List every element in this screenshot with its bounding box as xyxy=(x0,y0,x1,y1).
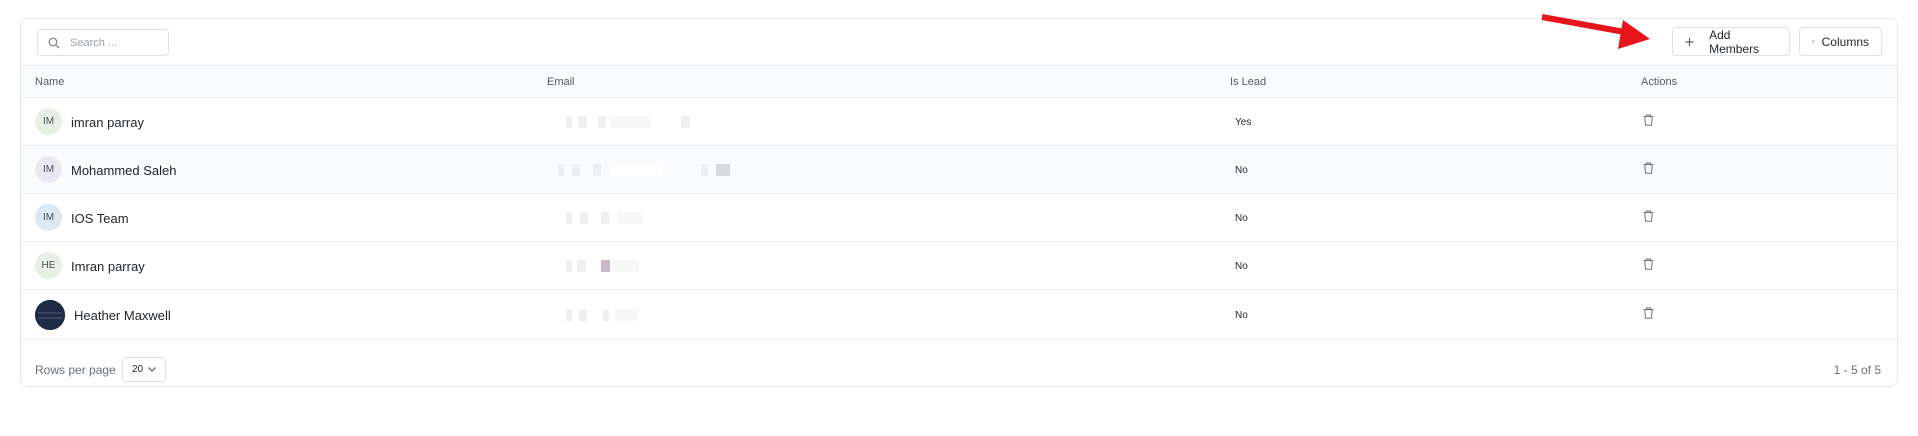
avatar: HE xyxy=(35,252,62,279)
member-name: Heather Maxwell xyxy=(74,308,171,323)
add-members-button[interactable]: Add Members xyxy=(1672,27,1790,56)
avatar-photo xyxy=(35,300,65,330)
header-is-lead: Is Lead xyxy=(1230,76,1267,88)
delete-member-button[interactable] xyxy=(1643,209,1654,227)
rows-per-page-label: Rows per page xyxy=(35,363,116,377)
plus-icon xyxy=(1685,37,1694,46)
table-header: Name Email Is Lead Actions xyxy=(21,65,1897,98)
member-name: Mohammed Saleh xyxy=(71,163,177,178)
avatar: IM xyxy=(35,156,62,183)
is-lead-value: No xyxy=(1235,213,1248,224)
table-footer: Rows per page 20 1 - 5 of 5 xyxy=(21,350,1897,386)
member-name: Imran parray xyxy=(71,259,145,274)
table-row: Heather Maxwell No xyxy=(21,290,1897,340)
delete-member-button[interactable] xyxy=(1643,161,1654,179)
is-lead-value: No xyxy=(1235,261,1248,272)
trash-icon xyxy=(1643,162,1654,174)
columns-button[interactable]: Columns xyxy=(1799,27,1882,56)
search-box[interactable] xyxy=(37,29,169,56)
table-row: HE Imran parray No xyxy=(21,242,1897,290)
search-icon xyxy=(48,37,60,48)
table-row: IM IOS Team No xyxy=(21,194,1897,242)
table-row: IM imran parray Yes xyxy=(21,98,1897,146)
header-name: Name xyxy=(35,76,65,88)
rows-per-page-select[interactable]: 20 xyxy=(122,357,166,382)
annotation-arrow xyxy=(1541,14,1650,49)
delete-member-button[interactable] xyxy=(1643,257,1654,275)
trash-icon xyxy=(1643,210,1654,222)
trash-icon xyxy=(1643,114,1654,126)
avatar: IM xyxy=(35,108,62,135)
avatar xyxy=(35,300,65,330)
members-table-card: Add Members Columns Name Email Is Lead A… xyxy=(20,18,1898,387)
rows-per-page-value: 20 xyxy=(131,364,144,375)
is-lead-value: No xyxy=(1235,165,1248,176)
member-name: IOS Team xyxy=(71,211,129,226)
columns-label: Columns xyxy=(1821,34,1869,49)
avatar: IM xyxy=(35,204,62,231)
add-members-label: Add Members xyxy=(1709,27,1760,56)
delete-member-button[interactable] xyxy=(1643,113,1654,131)
header-actions: Actions xyxy=(1641,76,1678,88)
pagination-range: 1 - 5 of 5 xyxy=(1833,363,1881,377)
is-lead-value: Yes xyxy=(1235,117,1252,128)
table-row: IM Mohammed Saleh No xyxy=(21,146,1897,194)
is-lead-value: No xyxy=(1235,310,1248,321)
member-name: imran parray xyxy=(71,115,144,130)
search-input[interactable] xyxy=(68,35,162,50)
header-email: Email xyxy=(547,76,575,88)
chevron-down-icon xyxy=(148,367,156,372)
columns-icon xyxy=(1812,40,1815,43)
trash-icon xyxy=(1643,258,1654,270)
delete-member-button[interactable] xyxy=(1643,306,1654,324)
trash-icon xyxy=(1643,307,1654,319)
